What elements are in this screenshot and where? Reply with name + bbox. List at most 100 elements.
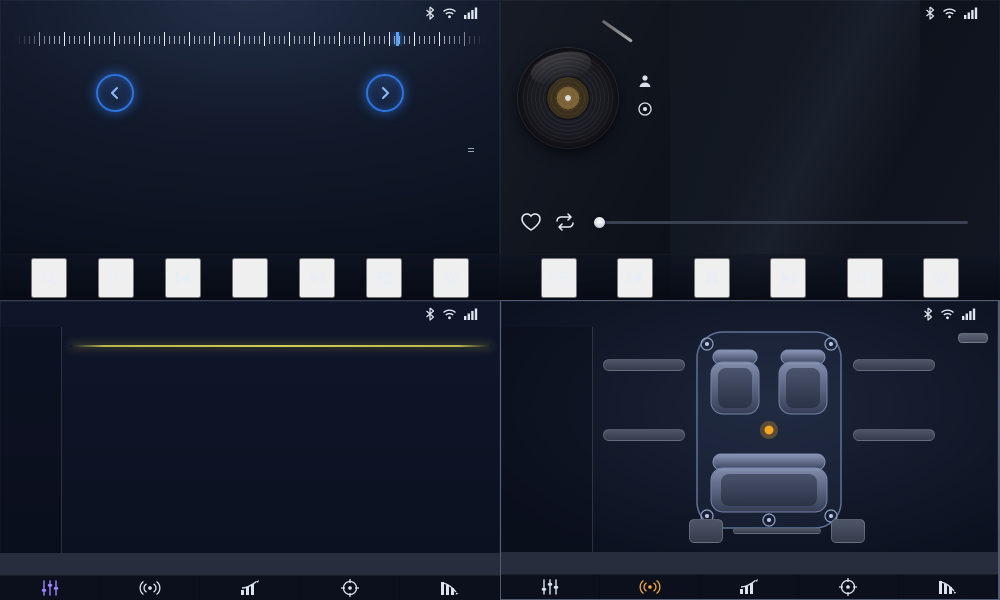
audio-visualizer-reflection [760, 163, 988, 193]
decrease-delay-button[interactable] [831, 519, 865, 543]
delay-front-right[interactable] [853, 359, 935, 371]
tab-icons [0, 575, 500, 600]
settings-button[interactable] [433, 258, 469, 298]
delay-front-left[interactable] [603, 359, 685, 371]
delay-rear-left[interactable] [603, 429, 685, 441]
broadcast-button[interactable] [98, 258, 134, 298]
delay-adjust-value [733, 528, 821, 534]
tab-surround[interactable] [600, 575, 699, 599]
listening-mode-list [501, 327, 593, 552]
sound-profile-button[interactable] [958, 333, 988, 343]
chevron-right-icon [379, 86, 391, 100]
player-toolbar [500, 254, 1000, 300]
bluetooth-icon [925, 6, 935, 20]
listening-point [765, 426, 774, 435]
eq-sliders-icon [541, 579, 559, 595]
eq-preset-list [0, 327, 62, 553]
playlist-button[interactable] [541, 258, 577, 298]
filter-icon [440, 580, 460, 596]
bass-boost-icon [739, 579, 759, 595]
statusbar [0, 0, 500, 26]
tab-filter[interactable] [899, 575, 998, 599]
tab-balance[interactable] [799, 575, 898, 599]
wifi-icon [442, 7, 457, 19]
signal-icon [964, 7, 978, 19]
gear-icon [441, 268, 461, 288]
previous-button[interactable] [165, 258, 201, 298]
equalizer-button[interactable] [847, 258, 883, 298]
tab-bass-boost[interactable] [200, 576, 300, 600]
scan-button[interactable] [31, 258, 67, 298]
previous-icon [174, 270, 192, 286]
tab-labels [501, 552, 998, 574]
previous-track-button[interactable] [617, 258, 653, 298]
surround-icon [639, 579, 661, 595]
surround-screen [500, 300, 1000, 600]
mixer-icon [374, 270, 394, 286]
radio-toolbar [0, 254, 500, 300]
next-track-button[interactable] [770, 258, 806, 298]
audio-settings-button[interactable] [366, 258, 402, 298]
antenna-icon [106, 269, 126, 287]
settings-button[interactable] [923, 258, 959, 298]
sound-settings-tabbar [0, 553, 500, 600]
tab-eq[interactable] [501, 575, 600, 599]
signal-icon [962, 308, 976, 320]
balance-icon [341, 579, 359, 597]
band-button[interactable] [232, 258, 268, 298]
album-art-vinyl [518, 48, 618, 148]
seek-bar[interactable] [600, 221, 968, 224]
pause-button[interactable] [694, 258, 730, 298]
frequency-ruler[interactable] [14, 32, 486, 46]
car-cabin-view [691, 328, 847, 532]
filter-icon [938, 579, 958, 595]
bluetooth-icon [425, 6, 435, 20]
wifi-icon [940, 308, 955, 320]
tab-balance[interactable] [300, 576, 400, 600]
tab-bass-boost[interactable] [700, 575, 799, 599]
tab-eq[interactable] [0, 576, 100, 600]
radio-screen [0, 0, 500, 300]
favorite-button[interactable] [520, 212, 542, 232]
frequency-pointer [396, 32, 399, 46]
tune-up-button[interactable] [366, 74, 404, 112]
wifi-icon [942, 7, 957, 19]
bluetooth-icon [425, 307, 435, 321]
tab-icons [501, 574, 998, 599]
statusbar [500, 0, 1000, 26]
equalizer-screen [0, 300, 500, 600]
next-icon [308, 270, 326, 286]
disc-icon [638, 102, 652, 116]
front-left-seat [711, 350, 759, 414]
next-button[interactable] [299, 258, 335, 298]
eq-response-curve [70, 345, 492, 347]
playlist-icon [550, 271, 568, 285]
music-player-screen [500, 0, 1000, 300]
scan-icon [40, 269, 58, 287]
heart-icon [520, 212, 542, 232]
gear-icon [931, 268, 951, 288]
tab-filter[interactable] [400, 576, 500, 600]
delay-rear-right[interactable] [853, 429, 935, 441]
repeat-button[interactable] [554, 213, 576, 231]
statusbar [501, 301, 998, 327]
sound-settings-tabbar [501, 552, 998, 599]
ruler-major-ticks [14, 32, 486, 46]
wifi-icon [442, 308, 457, 320]
seek-knob[interactable] [594, 217, 605, 228]
tune-down-button[interactable] [96, 74, 134, 112]
vinyl-spindle [565, 95, 571, 101]
tab-surround[interactable] [100, 576, 200, 600]
tab-labels [0, 553, 500, 575]
signal-icon [464, 7, 478, 19]
delay-adjuster [689, 519, 865, 543]
increase-delay-button[interactable] [689, 519, 723, 543]
pause-icon [706, 270, 718, 286]
artist-icon [638, 74, 652, 88]
faders-icon [856, 270, 874, 286]
previous-icon [626, 270, 644, 286]
repeat-icon [554, 213, 576, 231]
audio-visualizer [760, 58, 988, 160]
front-right-seat [779, 350, 827, 414]
rds-badge [468, 148, 474, 152]
